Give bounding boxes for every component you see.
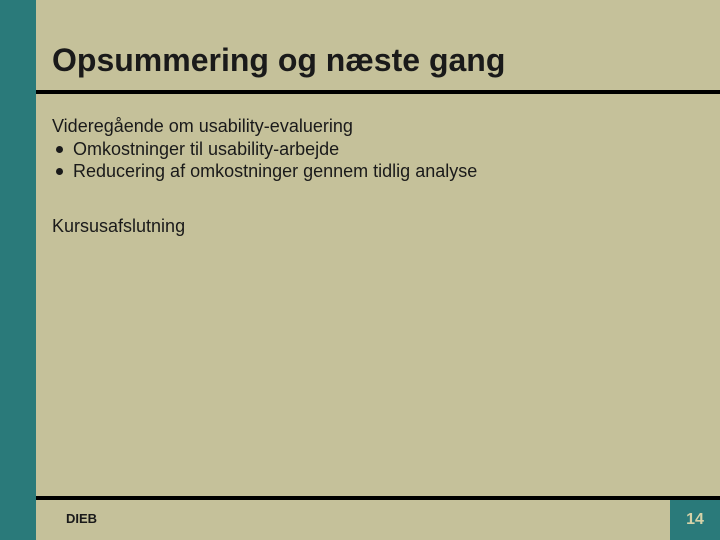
bullet-icon — [56, 146, 63, 153]
bullet-text: Omkostninger til usability-arbejde — [73, 139, 339, 160]
section2-heading: Kursusafslutning — [52, 216, 680, 237]
footer-divider — [36, 496, 720, 500]
page-number: 14 — [686, 511, 704, 529]
bullet-icon — [56, 168, 63, 175]
left-accent-bar — [0, 0, 36, 540]
title-underline — [36, 90, 720, 94]
bullet-text: Reducering af omkostninger gennem tidlig… — [73, 161, 477, 182]
list-item: Omkostninger til usability-arbejde — [52, 139, 680, 160]
list-item: Reducering af omkostninger gennem tidlig… — [52, 161, 680, 182]
page-number-box: 14 — [670, 500, 720, 540]
footer-label: DIEB — [66, 511, 97, 526]
slide-title: Opsummering og næste gang — [52, 42, 505, 79]
slide-body: Videregående om usability-evaluering Omk… — [52, 116, 680, 237]
section1-heading: Videregående om usability-evaluering — [52, 116, 680, 137]
